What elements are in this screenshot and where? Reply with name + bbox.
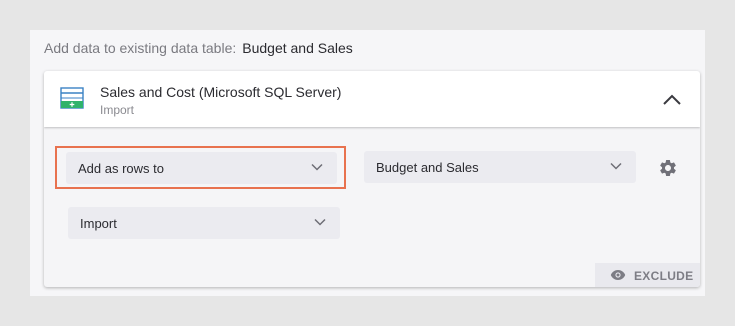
card-header[interactable]: Sales and Cost (Microsoft SQL Server) Im… xyxy=(44,71,700,127)
source-mode-select[interactable]: Import xyxy=(68,207,340,239)
target-table-select[interactable]: Budget and Sales xyxy=(364,151,636,183)
data-source-card: Sales and Cost (Microsoft SQL Server) Im… xyxy=(44,71,700,287)
chevron-down-icon xyxy=(610,162,622,170)
add-data-panel: Add data to existing data table: Budget a… xyxy=(30,30,705,296)
source-mode-value: Import xyxy=(80,216,117,231)
chevron-down-icon xyxy=(311,163,323,171)
table-add-icon xyxy=(60,87,84,109)
target-table-value: Budget and Sales xyxy=(376,160,479,175)
gear-icon[interactable] xyxy=(658,158,678,178)
chevron-up-icon[interactable] xyxy=(660,89,684,109)
operation-select[interactable]: Add as rows to xyxy=(66,152,337,184)
header-line: Add data to existing data table: Budget a… xyxy=(44,40,353,56)
source-subtitle: Import xyxy=(100,103,135,117)
exclude-label: EXCLUDE xyxy=(634,269,694,283)
header-table-name: Budget and Sales xyxy=(242,40,353,56)
exclude-button[interactable]: EXCLUDE xyxy=(595,263,700,287)
chevron-down-icon xyxy=(314,218,326,226)
source-title: Sales and Cost (Microsoft SQL Server) xyxy=(100,84,342,100)
operation-select-value: Add as rows to xyxy=(78,161,164,176)
header-prefix: Add data to existing data table: xyxy=(44,40,237,56)
eye-icon xyxy=(610,270,626,280)
